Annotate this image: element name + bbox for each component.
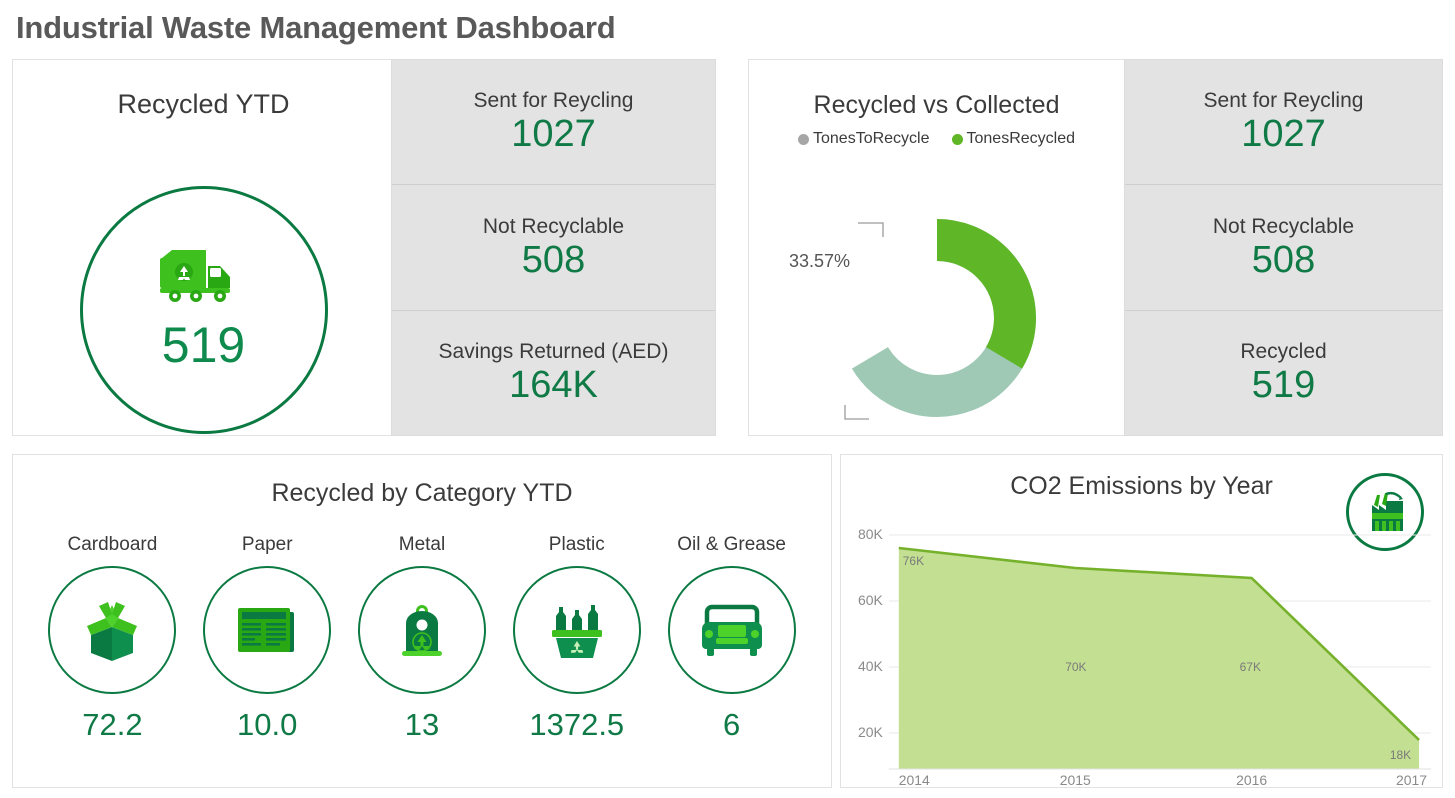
legend-item-tones-recycled[interactable]: TonesRecycled [952, 130, 1076, 148]
kpi-label: Sent for Reycling [1204, 89, 1364, 113]
category-icon-circle [358, 566, 486, 694]
donut-percent-green: 33.57% [789, 251, 850, 272]
legend-label: TonesToRecycle [813, 130, 930, 148]
kpi-sent-for-recycling[interactable]: Sent for Reycling 1027 [1125, 60, 1442, 185]
donut-leader-gray [831, 403, 871, 425]
kpi-value: 1027 [1241, 115, 1326, 155]
category-value: 1372.5 [529, 707, 624, 743]
category-value: 13 [405, 707, 439, 743]
co2-area-chart[interactable]: 80K 60K 40K 20K 76K 70K 67K 18K 2014 201… [841, 503, 1442, 787]
kpi-savings-returned[interactable]: Savings Returned (AED) 164K [392, 311, 715, 435]
kpi-value: 519 [1252, 366, 1315, 406]
category-value: 72.2 [82, 707, 142, 743]
recycled-vs-collected-card[interactable]: Recycled vs Collected TonesToRecycle Ton… [748, 59, 1125, 436]
category-label: Paper [242, 534, 293, 556]
category-icon-circle [203, 566, 331, 694]
xtick-2017: 2017 [1396, 772, 1427, 787]
point-label-2016: 67K [1240, 660, 1261, 674]
category-label: Oil & Grease [677, 534, 786, 556]
donut-legend: TonesToRecycle TonesRecycled [749, 130, 1124, 148]
category-value: 10.0 [237, 707, 297, 743]
plastic-bottles-bin-icon [544, 599, 610, 661]
recycled-ytd-gauge-ring: 519 [80, 186, 328, 434]
kpi-value: 1027 [511, 115, 596, 155]
kpi-value: 164K [509, 366, 598, 406]
donut-chart [749, 203, 1124, 437]
page-title: Industrial Waste Management Dashboard [16, 10, 616, 46]
category-icon-circle [48, 566, 176, 694]
category-item-paper[interactable]: Paper [192, 534, 342, 743]
legend-item-tones-to-recycle[interactable]: TonesToRecycle [798, 130, 930, 148]
kpi-sent-for-recycling[interactable]: Sent for Reycling 1027 [392, 60, 715, 185]
category-icon-circle [513, 566, 641, 694]
category-title: Recycled by Category YTD [13, 479, 831, 508]
kpi-label: Savings Returned (AED) [439, 340, 669, 364]
cardboard-box-icon [79, 597, 145, 663]
legend-label: TonesRecycled [967, 130, 1076, 148]
newspaper-icon [234, 600, 300, 660]
garbage-truck-icon [158, 244, 250, 308]
xtick-2015: 2015 [1060, 772, 1091, 787]
category-item-metal[interactable]: Metal 13 [347, 534, 497, 743]
xtick-2016: 2016 [1236, 772, 1267, 787]
ytick-60k: 60K [858, 592, 883, 608]
category-icon-circle [668, 566, 796, 694]
category-value: 6 [723, 707, 740, 743]
donut-svg[interactable] [822, 203, 1052, 433]
category-label: Cardboard [68, 534, 158, 556]
kpi-stack-right: Sent for Reycling 1027 Not Recyclable 50… [1124, 59, 1443, 436]
category-label: Plastic [549, 534, 605, 556]
kpi-not-recyclable[interactable]: Not Recyclable 508 [392, 185, 715, 310]
ytick-80k: 80K [858, 526, 883, 542]
recycled-ytd-value: 519 [162, 320, 245, 370]
recycled-by-category-card[interactable]: Recycled by Category YTD Cardboard 72.2 [12, 454, 832, 788]
recycled-ytd-card[interactable]: Recycled YTD 519 [12, 59, 395, 436]
ytick-20k: 20K [858, 724, 883, 740]
kpi-label: Not Recyclable [1213, 215, 1354, 239]
kpi-label: Not Recyclable [483, 215, 624, 239]
legend-dot-icon [952, 134, 963, 145]
category-label: Metal [399, 534, 445, 556]
point-label-2014: 76K [903, 554, 924, 568]
co2-area-fill [899, 548, 1419, 769]
kpi-value: 508 [522, 241, 585, 281]
co2-emissions-card[interactable]: CO2 Emissions by Year [840, 454, 1443, 788]
category-row: Cardboard 72.2 Paper [13, 534, 831, 743]
kpi-label: Sent for Reycling [474, 89, 634, 113]
point-label-2017: 18K [1390, 748, 1411, 762]
metal-can-recycle-icon [392, 597, 452, 663]
category-item-cardboard[interactable]: Cardboard 72.2 [37, 534, 187, 743]
point-label-2015: 70K [1065, 660, 1086, 674]
category-item-oil-grease[interactable]: Oil & Grease 6 [657, 534, 807, 743]
legend-dot-icon [798, 134, 809, 145]
kpi-not-recyclable[interactable]: Not Recyclable 508 [1125, 185, 1442, 310]
kpi-label: Recycled [1240, 340, 1326, 364]
donut-leader-green [857, 217, 897, 239]
recycled-ytd-title: Recycled YTD [13, 89, 394, 120]
xtick-2014: 2014 [899, 772, 930, 787]
ytick-40k: 40K [858, 658, 883, 674]
car-front-icon [696, 601, 768, 659]
kpi-stack-left: Sent for Reycling 1027 Not Recyclable 50… [391, 59, 716, 436]
dashboard-page: Industrial Waste Management Dashboard Re… [0, 0, 1455, 798]
kpi-value: 508 [1252, 241, 1315, 281]
donut-title: Recycled vs Collected [749, 91, 1124, 120]
kpi-recycled[interactable]: Recycled 519 [1125, 311, 1442, 435]
category-item-plastic[interactable]: Plastic [502, 534, 652, 743]
